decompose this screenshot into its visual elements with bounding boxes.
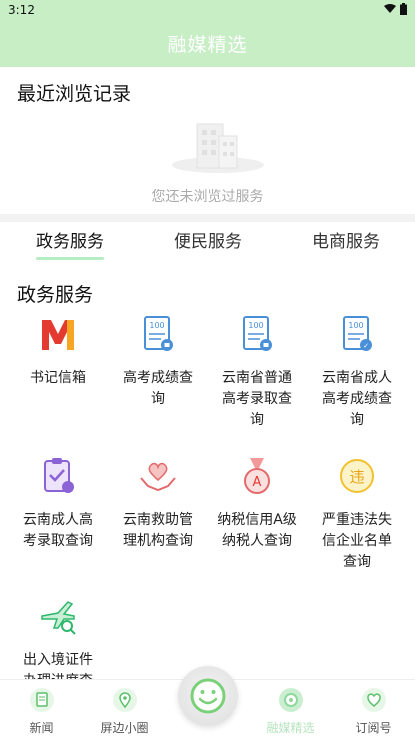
page-title: 融媒精选: [167, 34, 248, 56]
svg-text:100: 100: [348, 321, 363, 330]
status-time: 3:12: [8, 3, 35, 17]
svg-text:100: 100: [248, 321, 263, 330]
tab-ecommerce-services[interactable]: 电商服务: [277, 227, 415, 252]
service-item-adult-gaokao-score[interactable]: 100 ✓ 云南省成人高考成绩查询: [310, 314, 404, 431]
service-tabs: 政务服务 便民服务 电商服务: [0, 222, 415, 262]
status-bar: 3:12: [0, 0, 415, 20]
section-divider: [0, 214, 415, 222]
service-label: 书记信箱: [30, 370, 86, 386]
service-item-illegal-enterprise-list[interactable]: 违 严重违法失信企业名单查询: [310, 456, 404, 573]
nav-item-news[interactable]: 新闻: [0, 680, 83, 740]
wifi-icon: [384, 4, 396, 13]
service-item-secretary-mailbox[interactable]: 书记信箱: [11, 314, 105, 389]
score-report-icon: 100: [144, 316, 173, 351]
violation-badge-icon: 违: [340, 459, 374, 493]
active-tab-indicator: [36, 257, 104, 260]
service-label: 云南成人高考录取查询: [23, 512, 93, 549]
service-item-exit-entry-progress[interactable]: 出入境证件办理进度查: [11, 596, 105, 692]
empty-state-text: 您还未浏览过服务: [151, 189, 264, 205]
nav-label: 订阅号: [355, 721, 392, 735]
service-item-rescue-agency[interactable]: 云南救助管理机构查询: [111, 456, 205, 552]
tab-convenience-services[interactable]: 便民服务: [139, 227, 277, 252]
services-title: 政务服务: [17, 284, 94, 306]
score-report-icon: 100 ✓: [343, 316, 372, 351]
app-bar: 融媒精选: [0, 20, 415, 67]
service-label: 云南救助管理机构查询: [123, 512, 193, 549]
service-item-tax-credit[interactable]: A 纳税信用A级纳税人查询: [210, 456, 304, 552]
location-circle-icon: [112, 688, 137, 712]
service-item-gaokao-score[interactable]: 100 高考成绩查询: [111, 314, 205, 410]
nav-label: 融媒精选: [266, 721, 315, 735]
svg-text:100: 100: [149, 321, 164, 330]
nav-item-subscriptions[interactable]: 订阅号: [332, 680, 415, 740]
news-icon: [29, 688, 54, 712]
svg-text:违: 违: [349, 468, 364, 486]
service-item-yunnan-gaokao-admission[interactable]: 100 云南省普通高考录取查询: [210, 314, 304, 431]
nav-label: 屏边小圈: [100, 721, 149, 735]
service-label: 云南省普通高考录取查询: [222, 370, 292, 428]
medal-a-icon: A: [244, 458, 270, 494]
featured-icon: [278, 688, 303, 712]
recent-title: 最近浏览记录: [17, 83, 132, 105]
battery-icon: [400, 3, 407, 15]
service-item-adult-gaokao-admission[interactable]: 云南成人高考录取查询: [11, 456, 105, 552]
service-label: 严重违法失信企业名单查询: [322, 512, 392, 570]
helping-hands-icon: [140, 462, 176, 492]
service-label: 云南省成人高考成绩查询: [322, 370, 392, 428]
mailbox-logo-icon: [42, 320, 74, 350]
service-label: 纳税信用A级纳税人查询: [217, 512, 297, 549]
nav-item-pingbian-circle[interactable]: 屏边小圈: [83, 680, 166, 740]
svg-text:A: A: [253, 475, 262, 490]
smiley-icon: [190, 678, 226, 714]
svg-text:✓: ✓: [363, 342, 369, 350]
service-label: 高考成绩查询: [123, 370, 193, 407]
heart-shield-icon: [361, 688, 386, 712]
clipboard-check-icon: [44, 458, 74, 493]
center-home-button[interactable]: [178, 666, 238, 726]
airplane-search-icon: [41, 601, 76, 635]
score-report-icon: 100: [243, 316, 272, 351]
tab-government-services[interactable]: 政务服务: [1, 227, 139, 252]
nav-label: 新闻: [29, 721, 54, 735]
nav-item-featured[interactable]: 融媒精选: [249, 680, 332, 740]
